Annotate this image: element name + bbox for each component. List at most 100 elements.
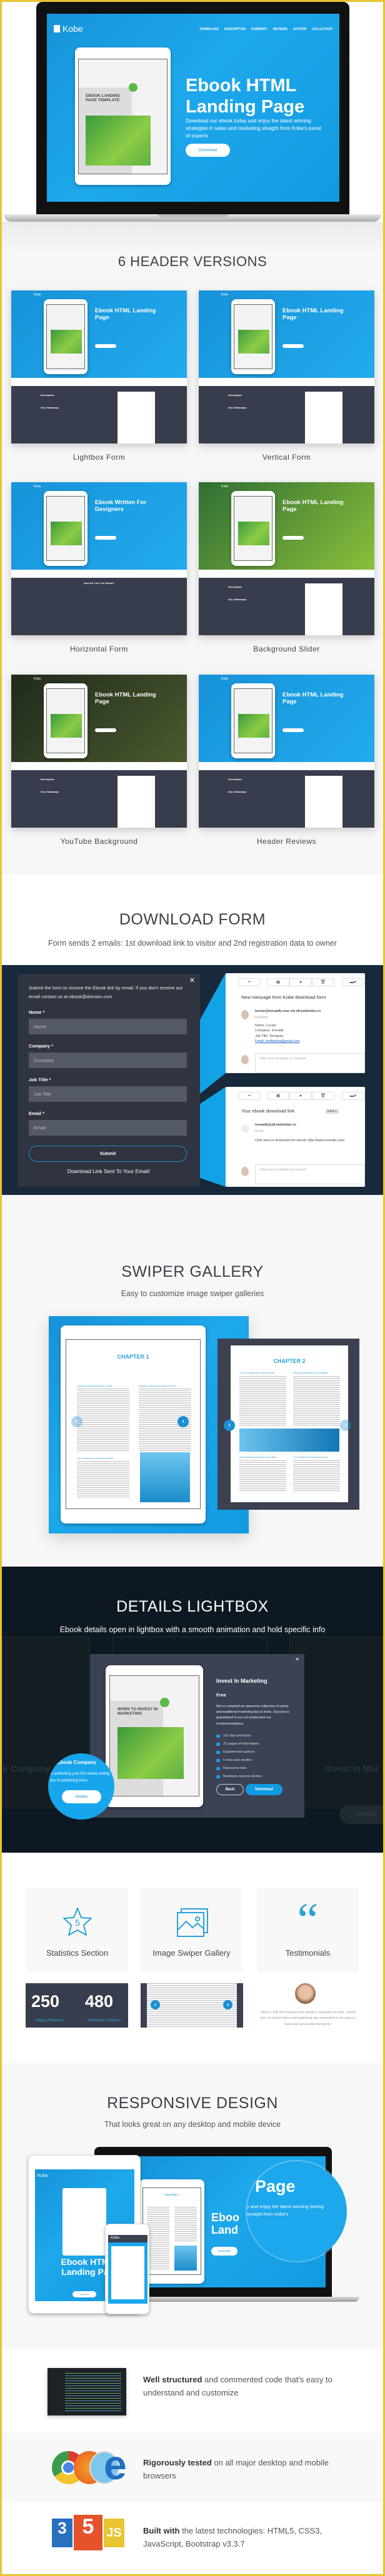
header-version-card[interactable]: Kobe Ebook HTML Landing Page Description…	[199, 482, 374, 635]
logo-text: Kobe	[62, 24, 83, 34]
section-title: SWIPER GALLERY	[121, 1263, 264, 1281]
code-editor-screenshot	[48, 2368, 126, 2415]
download-button[interactable]: Download	[246, 1784, 282, 1795]
cover-title: WHEN TO INVEST IN MARKETING	[118, 1707, 158, 1717]
mini-logo: Kobe	[221, 677, 229, 681]
close-icon[interactable]: ✕	[295, 1657, 299, 1662]
archive-icon[interactable]: ▣	[267, 1092, 289, 1100]
back-button[interactable]: Back	[216, 1784, 244, 1795]
price: Free	[216, 1692, 226, 1698]
feature-list-item: 25 pages of information	[216, 1742, 259, 1746]
gallery-slide-2: CHAPTER 2 How to evaluate your ebook res…	[218, 1339, 359, 1510]
form-intro: Submit the form to receive the Ebook lin…	[29, 985, 183, 999]
prev-arrow-icon[interactable]: ‹	[224, 1420, 235, 1431]
header-version-label: Background Slider	[253, 645, 320, 653]
mini-hero: Kobe Ebook Written For Designers	[11, 482, 187, 570]
folder-icon[interactable]: ▬▾	[342, 1092, 364, 1100]
header-version-card[interactable]: Kobe Ebook HTML Landing Page Description…	[11, 675, 187, 828]
header-version-card[interactable]: Kobe Ebook Written For Designers How Do …	[11, 482, 187, 635]
reply-field[interactable]: Click here to Reply or Forward	[255, 1164, 365, 1184]
reply-icon[interactable]: ↩	[238, 1092, 261, 1100]
email-label: Email *	[29, 1111, 45, 1116]
logo[interactable]: Kobe	[54, 24, 83, 34]
svg-text:5: 5	[75, 1918, 80, 1928]
company-label: Company *	[29, 1043, 54, 1049]
prev-arrow-icon[interactable]: ‹	[71, 1416, 82, 1427]
chapter-title: CHAPTER 2	[273, 1358, 306, 1364]
client-logos	[11, 378, 187, 386]
feature-list-item: Business success stories	[216, 1775, 261, 1778]
download-button[interactable]: Download	[211, 2247, 238, 2256]
benefit-row: 3 5 JS Built with the latest technologie…	[2, 2502, 383, 2574]
section-subtitle: That looks great on any desktop and mobi…	[104, 2120, 281, 2129]
modal-title: Invest In Marketing	[216, 1678, 268, 1684]
html5-icon: 5	[74, 2515, 102, 2550]
mini-button	[282, 728, 304, 732]
header-version-card[interactable]: Kobe Ebook HTML Landing Page Description…	[199, 290, 374, 443]
laptop-notch	[158, 214, 228, 217]
spam-icon[interactable]: ●	[289, 978, 312, 986]
email-input[interactable]: Email	[29, 1120, 187, 1136]
reply-icon[interactable]: ↩	[238, 978, 261, 986]
trash-icon[interactable]: 🗑	[312, 978, 334, 986]
nav-description[interactable]: DESCRIPTION	[224, 27, 246, 31]
avatar	[241, 1055, 249, 1064]
mini-tablet	[44, 683, 88, 758]
feature-list-item: Resources lists	[216, 1766, 246, 1770]
laptop-mockup: Kobe DOWNLOAD DESCRIPTION SUMMARY REVIEW…	[36, 2, 349, 214]
benefit-row: Well structured and commented code that'…	[2, 2349, 383, 2433]
section-subtitle: Easy to customize image swiper galleries	[121, 1289, 264, 1298]
list-icon	[216, 1750, 220, 1754]
mini-takeaways: Key Takeaways	[41, 790, 59, 793]
nav-reviews[interactable]: REVIEWS	[273, 27, 288, 31]
mini-logo: Kobe	[221, 485, 229, 488]
mini-heading: Ebook HTML Landing Page	[95, 307, 156, 321]
trash-icon[interactable]: 🗑	[312, 1092, 334, 1100]
star-5-icon: 5	[63, 1908, 92, 1936]
mini-page	[118, 776, 155, 828]
download-button[interactable]: Download	[186, 144, 230, 157]
testimonial-avatar	[295, 1983, 316, 2004]
header-version-card[interactable]: Kobe Ebook HTML Landing Page Description…	[199, 675, 374, 828]
avatar	[241, 1124, 249, 1132]
details-button[interactable]: Details	[62, 1790, 101, 1803]
benefit-row: e Rigorously tested on all major desktop…	[2, 2433, 383, 2502]
mini-heading: Ebook HTML Landing Page	[282, 307, 344, 321]
nav-download[interactable]: DOWNLOAD	[200, 27, 219, 31]
submit-button[interactable]: Submit	[29, 1146, 187, 1162]
mini-takeaways: Key Takeaways	[228, 406, 247, 409]
mini-form-title: How Do I Get The Ebook?	[84, 582, 114, 585]
feature-card-gallery: Image Swiper Gallery	[141, 1888, 242, 1972]
next-arrow-icon[interactable]: ›	[340, 1420, 351, 1431]
hero-title: Ebook HTML Landing Page	[186, 76, 305, 117]
spam-icon[interactable]: ●	[289, 1092, 312, 1100]
tablet-mockup: EBOOK LANDING PAGE TEMPLATE	[75, 47, 171, 185]
email-from: inovatik@s8.webindex.ro	[255, 1123, 296, 1127]
email-body[interactable]: Click here to download the ebook: http:/…	[255, 1138, 344, 1143]
reply-field[interactable]: Click here to Reply or Forward	[255, 1053, 365, 1073]
modal-text: We've compiled an awesome collection of …	[216, 1705, 289, 1726]
mini-page	[305, 583, 342, 635]
nav-summary[interactable]: SUMMARY	[251, 27, 268, 31]
nav-collection[interactable]: COLLECTION	[312, 27, 332, 31]
close-icon[interactable]: ✕	[189, 976, 195, 984]
company-input[interactable]: Company	[29, 1053, 187, 1068]
name-input[interactable]: Name	[29, 1019, 187, 1034]
prev-arrow-icon: ‹	[151, 2000, 160, 2009]
feature-label: Image Swiper Gallery	[152, 1948, 231, 1958]
job-title-input[interactable]: Job Title	[29, 1086, 187, 1102]
frame-top	[0, 0, 385, 2]
feature-label: Testimonials	[285, 1948, 331, 1958]
mini-page	[118, 392, 155, 443]
folder-icon[interactable]: ▬▾	[342, 978, 364, 986]
mini-heading: Ebook Written For Designers	[95, 499, 147, 513]
mini-heading: Ebook HTML Landing Page	[282, 499, 344, 513]
header-version-card[interactable]: Kobe Ebook HTML Landing Page Description…	[11, 290, 187, 443]
ebook-cover: EBOOK LANDING PAGE TEMPLATE	[78, 59, 168, 174]
nav-author[interactable]: AUTHOR	[293, 27, 306, 31]
archive-icon[interactable]: ▣	[267, 978, 289, 986]
stats-preview: 250 Happy Readers 480 Delivered Projects	[26, 1983, 128, 2028]
mini-logo: Kobe	[34, 485, 41, 488]
mini-logo: Kobe	[34, 293, 41, 297]
next-arrow-icon[interactable]: ›	[178, 1416, 189, 1427]
